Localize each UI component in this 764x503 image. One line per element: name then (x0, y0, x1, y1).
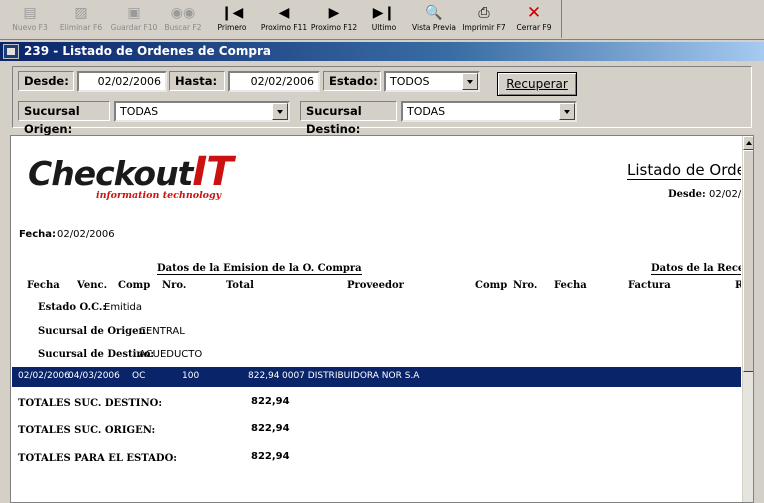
column-header: Nro. (513, 280, 538, 291)
sucursal-origen-row-value: CENTRAL (139, 326, 185, 337)
row-fecha: 02/02/2006 (18, 371, 70, 381)
close-x-icon: ✕ (526, 3, 542, 23)
sucursal-origen-select[interactable]: TODAS (114, 101, 290, 122)
delete-button[interactable]: ▨ Eliminar F6 (56, 1, 106, 37)
new-button[interactable]: ▤ Nuevo F3 (8, 1, 52, 37)
hasta-input[interactable]: 02/02/2006 (228, 71, 320, 92)
column-header: Factura (628, 280, 671, 291)
row-total: 822,94 (248, 371, 280, 381)
save-icon: ▣ (127, 5, 141, 21)
desde-label: Desde: (18, 71, 74, 91)
sucursal-origen-row-label: Sucursal de Origen: (38, 326, 150, 337)
column-header: Comp (118, 280, 151, 291)
printer-icon: ⎙ (478, 5, 490, 21)
window-title: 239 - Listado de Ordenes de Compra (24, 44, 271, 58)
sucursal-destino-row-label: Sucursal de Destino: (38, 349, 155, 360)
column-header: R (735, 280, 741, 291)
estado-oc-label: Estado O.C.: (38, 302, 107, 313)
sucursal-destino-label: Sucursal Destino: (300, 101, 397, 136)
column-header: Total (226, 280, 254, 291)
toolbar: ▤ Nuevo F3 ▨ Eliminar F6 ▣ Guardar F10 ◉… (0, 0, 764, 40)
column-header: Nro. (162, 280, 187, 291)
report-frame: CheckoutIT information technology Listad… (10, 135, 754, 503)
delete-record-icon: ▨ (74, 5, 88, 21)
report-title: Listado de Orde (627, 161, 741, 180)
first-button[interactable]: ❙◀ Primero (210, 1, 254, 37)
report-fecha-label: Fecha: (19, 229, 57, 240)
close-button[interactable]: ✕ Cerrar F9 (512, 1, 556, 37)
totales-suc-destino-label: TOTALES SUC. DESTINO: (18, 398, 163, 409)
row-comp: OC (132, 371, 146, 381)
totales-estado-value: 822,94 (251, 451, 290, 462)
previous-record-icon: ◀ (278, 5, 290, 21)
column-header: Venc. (77, 280, 108, 291)
sucursal-destino-select[interactable]: TODAS (401, 101, 577, 122)
estado-label: Estado: (323, 71, 381, 91)
scroll-thumb[interactable] (743, 150, 753, 372)
totales-estado-label: TOTALES PARA EL ESTADO: (18, 453, 177, 464)
report-desde-value: 02/02/ (709, 189, 741, 200)
search-button[interactable]: ◉◉ Buscar F2 (160, 1, 206, 37)
sucursal-origen-label: Sucursal Origen: (18, 101, 110, 136)
column-header: Proveedor (347, 280, 404, 291)
print-button[interactable]: ⎙ Imprimir F7 (460, 1, 508, 37)
sucursal-destino-row-value: ACUEDUCTO (139, 349, 203, 360)
desde-input[interactable]: 02/02/2006 (77, 71, 167, 92)
column-header: Fecha (554, 280, 587, 291)
row-nro: 100 (182, 371, 200, 381)
first-record-icon: ❙◀ (220, 5, 244, 21)
report-page: CheckoutIT information technology Listad… (11, 136, 741, 502)
totales-suc-destino-value: 822,94 (251, 396, 290, 407)
table-row[interactable]: 02/02/2006 04/03/2006 OC 100 822,94 0007… (12, 367, 741, 387)
last-record-icon: ▶❙ (372, 5, 396, 21)
checkout-it-logo: CheckoutIT information technology (28, 149, 234, 201)
filter-panel: Desde: 02/02/2006 Hasta: 02/02/2006 Esta… (12, 66, 752, 136)
estado-select-value: TODOS (390, 75, 430, 88)
sucursal-destino-value: TODAS (407, 105, 446, 118)
recuperar-button[interactable]: Recuperar (497, 72, 577, 96)
scroll-up-arrow-icon[interactable] (743, 136, 753, 150)
next-button[interactable]: ▶ Proximo F12 (308, 1, 360, 37)
sucursal-origen-value: TODAS (120, 105, 159, 118)
group-header-emision: Datos de la Emision de la O. Compra (157, 263, 362, 275)
estado-select[interactable]: TODOS (384, 71, 480, 92)
next-record-icon: ▶ (328, 5, 340, 21)
row-venc: 04/03/2006 (68, 371, 120, 381)
app-window-icon (3, 44, 19, 59)
last-button[interactable]: ▶❙ Ultimo (362, 1, 406, 37)
save-button[interactable]: ▣ Guardar F10 (108, 1, 160, 37)
chevron-down-icon[interactable] (462, 73, 478, 90)
report-fecha-value: 02/02/2006 (57, 229, 115, 240)
totales-suc-origen-value: 822,94 (251, 423, 290, 434)
column-header: Fecha (27, 280, 60, 291)
column-header: Comp (475, 280, 508, 291)
report-desde-label: Desde: (668, 189, 706, 200)
binoculars-icon: ◉◉ (170, 5, 196, 21)
window-titlebar[interactable]: 239 - Listado de Ordenes de Compra (0, 42, 764, 61)
estado-oc-value: Emitida (104, 302, 143, 313)
chevron-down-icon[interactable] (272, 103, 288, 120)
previous-button[interactable]: ◀ Proximo F11 (258, 1, 310, 37)
group-header-recepcion: Datos de la Recepci (651, 263, 741, 275)
new-record-icon: ▤ (23, 5, 37, 21)
print-preview-button[interactable]: 🔍 Vista Previa (410, 1, 458, 37)
totales-suc-origen-label: TOTALES SUC. ORIGEN: (18, 425, 156, 436)
report-scrollbar[interactable] (742, 136, 753, 502)
toolbar-buttons: ▤ Nuevo F3 ▨ Eliminar F6 ▣ Guardar F10 ◉… (0, 0, 562, 38)
hasta-label: Hasta: (169, 71, 225, 91)
row-proveedor: 0007 DISTRIBUIDORA NOR S.A (282, 371, 420, 381)
chevron-down-icon[interactable] (559, 103, 575, 120)
print-preview-icon: 🔍 (425, 5, 443, 21)
